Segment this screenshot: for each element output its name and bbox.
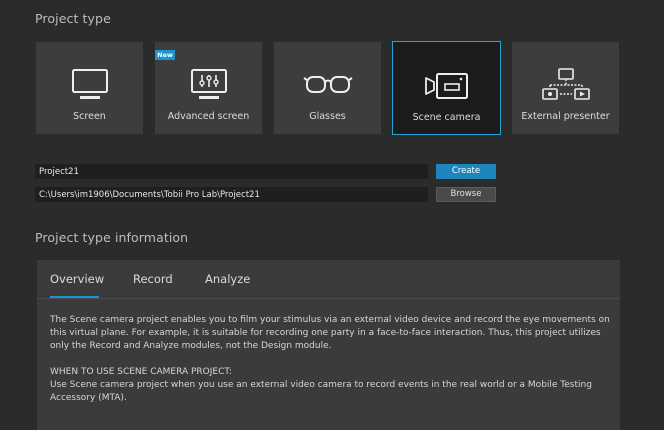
create-button[interactable]: Create [436, 164, 496, 179]
project-card-external-presenter[interactable]: External presenter [512, 42, 619, 134]
project-card-scene-camera[interactable]: Scene camera [392, 41, 501, 135]
project-info-panel: Overview Record Analyze The Scene camera… [37, 260, 620, 430]
project-name-input[interactable] [35, 164, 428, 179]
glasses-icon [274, 66, 381, 104]
active-tab-indicator [50, 296, 99, 298]
monitor-icon [36, 66, 143, 104]
when-to-use-heading: WHEN TO USE SCENE CAMERA PROJECT: [50, 367, 232, 377]
browse-button[interactable]: Browse [436, 187, 496, 202]
project-path-input[interactable] [35, 187, 428, 202]
project-card-label: Advanced screen [167, 111, 250, 122]
advanced-screen-icon [155, 66, 262, 104]
project-info-heading: Project type information [35, 230, 189, 245]
external-presenter-icon [512, 66, 619, 104]
project-card-label: External presenter [521, 111, 610, 122]
tab-divider [37, 298, 620, 299]
project-card-label: Glasses [309, 111, 346, 122]
project-card-label: Screen [73, 111, 106, 122]
overview-description: The Scene camera project enables you to … [50, 315, 610, 351]
project-card-label: Scene camera [412, 112, 481, 123]
project-card-screen[interactable]: Screen [36, 42, 143, 134]
tab-analyze[interactable]: Analyze [205, 272, 250, 286]
project-type-heading: Project type [35, 11, 111, 26]
new-badge: New [155, 50, 175, 60]
project-card-glasses[interactable]: Glasses [274, 42, 381, 134]
scene-camera-icon [393, 67, 500, 105]
when-to-use-text: Use Scene camera project when you use an… [50, 380, 592, 403]
tab-overview[interactable]: Overview [50, 272, 104, 286]
tab-record[interactable]: Record [133, 272, 173, 286]
